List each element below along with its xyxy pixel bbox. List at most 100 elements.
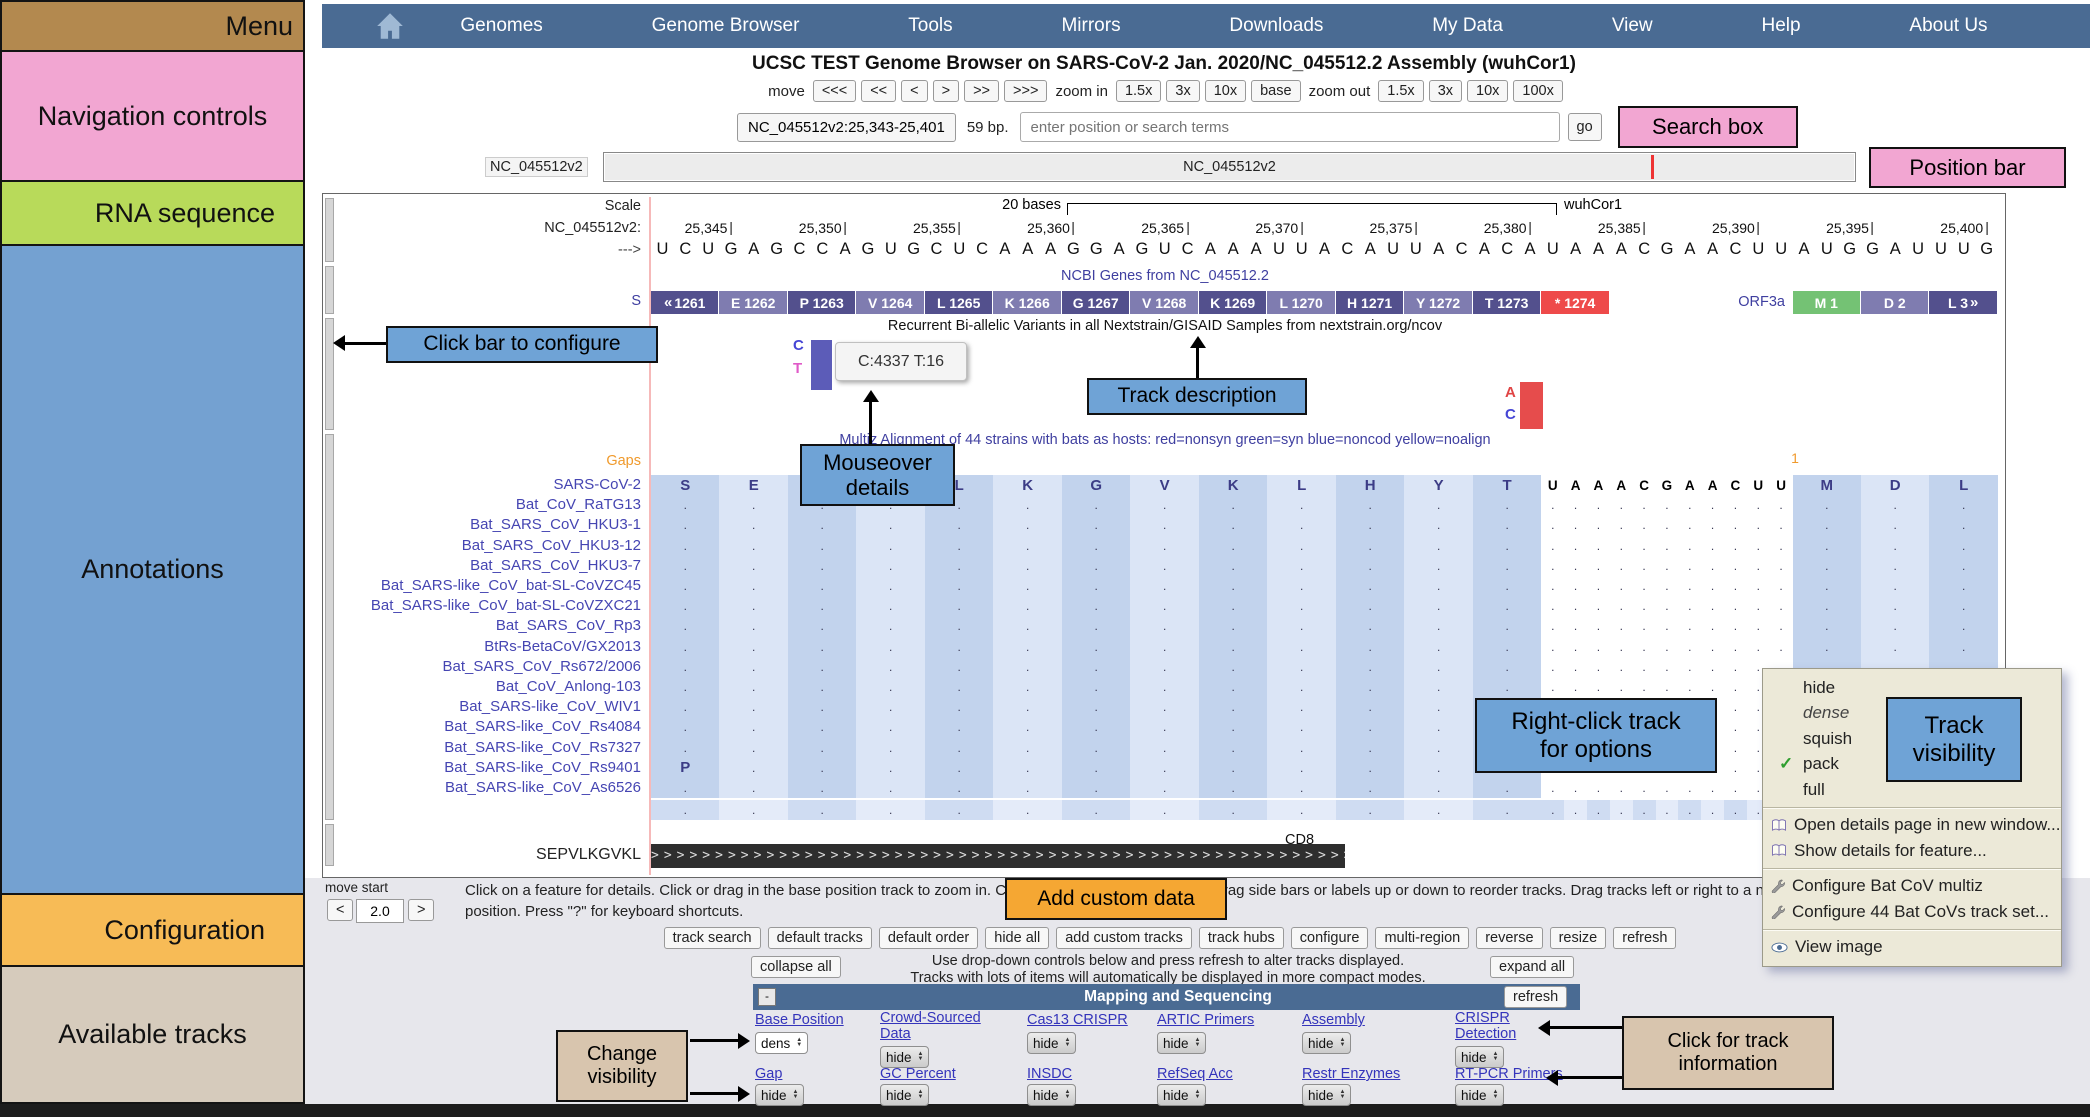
- track-visibility-select[interactable]: hide▲▼: [1027, 1084, 1076, 1106]
- current-position-button[interactable]: NC_045512v2:25,343-25,401: [737, 113, 956, 142]
- species-label[interactable]: Bat_SARS-like_CoV_Rs9401: [325, 758, 641, 778]
- track-link-restr-enzymes[interactable]: Restr Enzymes: [1302, 1066, 1400, 1082]
- track-link-detection[interactable]: Detection: [1455, 1026, 1516, 1042]
- group-collapse-button[interactable]: -: [758, 988, 776, 1006]
- move-button[interactable]: <<<: [813, 80, 856, 102]
- move-button[interactable]: >>>: [1004, 80, 1047, 102]
- codon-box[interactable]: V 1268: [1130, 291, 1198, 314]
- track-link-base-position[interactable]: Base Position: [755, 1012, 844, 1028]
- species-label[interactable]: SARS-CoV-2: [325, 475, 641, 495]
- move-start-forward-button[interactable]: >: [408, 899, 434, 921]
- species-label[interactable]: Bat_SARS-like_CoV_bat-SL-CoVZXC21: [325, 596, 641, 616]
- track-visibility-select[interactable]: dens▲▼: [755, 1032, 808, 1054]
- search-input[interactable]: [1020, 112, 1560, 142]
- move-button[interactable]: <<: [861, 80, 896, 102]
- track-visibility-select[interactable]: hide▲▼: [1455, 1046, 1504, 1068]
- context-menu-action[interactable]: Open details page in new window...: [1763, 813, 2061, 839]
- zoom-in-button[interactable]: base: [1251, 80, 1300, 102]
- codon-box[interactable]: P 1263: [788, 291, 856, 314]
- gene-s-label[interactable]: S: [325, 293, 641, 309]
- codon-box[interactable]: K 1266: [993, 291, 1061, 314]
- move-start-back-button[interactable]: <: [327, 899, 353, 921]
- track-visibility-select[interactable]: hide▲▼: [880, 1084, 929, 1106]
- context-menu-action[interactable]: Show details for feature...: [1763, 838, 2061, 864]
- nav-item[interactable]: Mirrors: [1061, 15, 1120, 37]
- codon-box[interactable]: T 1273: [1473, 291, 1541, 314]
- zoom-out-button[interactable]: 10x: [1467, 80, 1508, 102]
- track-visibility-select[interactable]: hide▲▼: [1157, 1084, 1206, 1106]
- move-button[interactable]: <: [901, 80, 927, 102]
- nav-item[interactable]: Genome Browser: [652, 15, 800, 37]
- nav-item[interactable]: Tools: [908, 15, 952, 37]
- orf3a-label[interactable]: ORF3a: [1653, 294, 1785, 310]
- browser-action-button[interactable]: track hubs: [1199, 927, 1284, 949]
- species-label[interactable]: Bat_SARS_CoV_Rs672/2006: [325, 657, 641, 677]
- browser-action-button[interactable]: resize: [1550, 927, 1607, 949]
- browser-action-button[interactable]: reverse: [1476, 927, 1542, 949]
- nav-item[interactable]: View: [1612, 15, 1653, 37]
- track-link-crispr[interactable]: CRISPR: [1455, 1010, 1510, 1026]
- species-label[interactable]: Bat_SARS_CoV_Rp3: [325, 616, 641, 636]
- track-link-gap[interactable]: Gap: [755, 1066, 782, 1082]
- species-label[interactable]: Bat_SARS-like_CoV_Rs4084: [325, 717, 641, 737]
- track-visibility-select[interactable]: hide▲▼: [755, 1084, 804, 1106]
- expand-all-button[interactable]: expand all: [1490, 956, 1574, 978]
- codon-box[interactable]: K 1269: [1199, 291, 1267, 314]
- browser-action-button[interactable]: multi-region: [1375, 927, 1469, 949]
- track-link-cas13-crispr[interactable]: Cas13 CRISPR: [1027, 1012, 1128, 1028]
- genes-track-title[interactable]: NCBI Genes from NC_045512.2: [323, 268, 2007, 284]
- species-label[interactable]: Bat_SARS-like_CoV_As6526: [325, 778, 641, 798]
- codon-box[interactable]: H 1271: [1336, 291, 1404, 314]
- nav-item[interactable]: Genomes: [460, 15, 542, 37]
- codon-box[interactable]: G 1267: [1062, 291, 1130, 314]
- context-menu-action[interactable]: Configure 44 Bat CoVs track set...: [1763, 899, 2061, 925]
- move-button[interactable]: >>: [964, 80, 999, 102]
- codon-box[interactable]: M 1: [1793, 291, 1861, 314]
- track-link-gc-percent[interactable]: GC Percent: [880, 1066, 956, 1082]
- zoom-in-button[interactable]: 1.5x: [1116, 80, 1161, 102]
- zoom-in-button[interactable]: 10x: [1205, 80, 1246, 102]
- track-link-data[interactable]: Data: [880, 1026, 911, 1042]
- go-button[interactable]: go: [1568, 113, 1602, 141]
- species-label[interactable]: BtRs-BetaCoV/GX2013: [325, 637, 641, 657]
- species-label[interactable]: Bat_CoV_Anlong-103: [325, 677, 641, 697]
- track-link-assembly[interactable]: Assembly: [1302, 1012, 1365, 1028]
- protein-track-bar[interactable]: >>>>>>>>>>>>>>>>>>>>>>>>>>>>>>>>>>>>>>>>…: [651, 844, 1345, 868]
- context-menu-action[interactable]: Configure Bat CoV multiz: [1763, 874, 2061, 900]
- zoom-in-button[interactable]: 3x: [1166, 80, 1199, 102]
- codon-box[interactable]: L 1265: [925, 291, 993, 314]
- codon-box[interactable]: E 1262: [719, 291, 787, 314]
- variant2-bar[interactable]: [1520, 382, 1543, 429]
- track-visibility-select[interactable]: hide▲▼: [1157, 1032, 1206, 1054]
- move-start-value[interactable]: 2.0: [356, 899, 404, 923]
- track-visibility-select[interactable]: hide▲▼: [1302, 1084, 1351, 1106]
- track-visibility-select[interactable]: hide▲▼: [1302, 1032, 1351, 1054]
- browser-action-button[interactable]: refresh: [1613, 927, 1676, 949]
- codon-box[interactable]: L 3»: [1929, 291, 1997, 314]
- browser-action-button[interactable]: add custom tracks: [1056, 927, 1192, 949]
- multiz-track-title[interactable]: Multiz Alignment of 44 strains with bats…: [323, 432, 2007, 448]
- home-icon[interactable]: [374, 10, 406, 42]
- nav-item[interactable]: Downloads: [1229, 15, 1323, 37]
- zoom-out-button[interactable]: 1.5x: [1378, 80, 1423, 102]
- codon-box[interactable]: D 2: [1861, 291, 1929, 314]
- group-refresh-button[interactable]: refresh: [1504, 986, 1567, 1008]
- ideogram-bar[interactable]: NC_045512v2: [603, 152, 1856, 182]
- move-button[interactable]: >: [933, 80, 959, 102]
- species-label[interactable]: Bat_SARS_CoV_HKU3-7: [325, 556, 641, 576]
- browser-action-button[interactable]: hide all: [985, 927, 1049, 949]
- genome-browser-image[interactable]: Scale 20 bases wuhCor1 NC_045512v2: 25,3…: [322, 193, 2006, 878]
- track-link-refseq-acc[interactable]: RefSeq Acc: [1157, 1066, 1233, 1082]
- nav-item[interactable]: About Us: [1909, 15, 1987, 37]
- species-label[interactable]: Bat_SARS_CoV_HKU3-12: [325, 536, 641, 556]
- variant1-bar[interactable]: [811, 340, 832, 390]
- collapse-all-button[interactable]: collapse all: [751, 956, 841, 978]
- species-label[interactable]: Bat_SARS-like_CoV_Rs7327: [325, 738, 641, 758]
- zoom-out-button[interactable]: 3x: [1429, 80, 1462, 102]
- codon-box[interactable]: Y 1272: [1404, 291, 1472, 314]
- browser-action-button[interactable]: track search: [664, 927, 761, 949]
- codon-box[interactable]: * 1274: [1541, 291, 1609, 314]
- track-visibility-select[interactable]: hide▲▼: [1455, 1084, 1504, 1106]
- track-link-insdc[interactable]: INSDC: [1027, 1066, 1072, 1082]
- context-menu-action[interactable]: View image: [1763, 935, 2061, 961]
